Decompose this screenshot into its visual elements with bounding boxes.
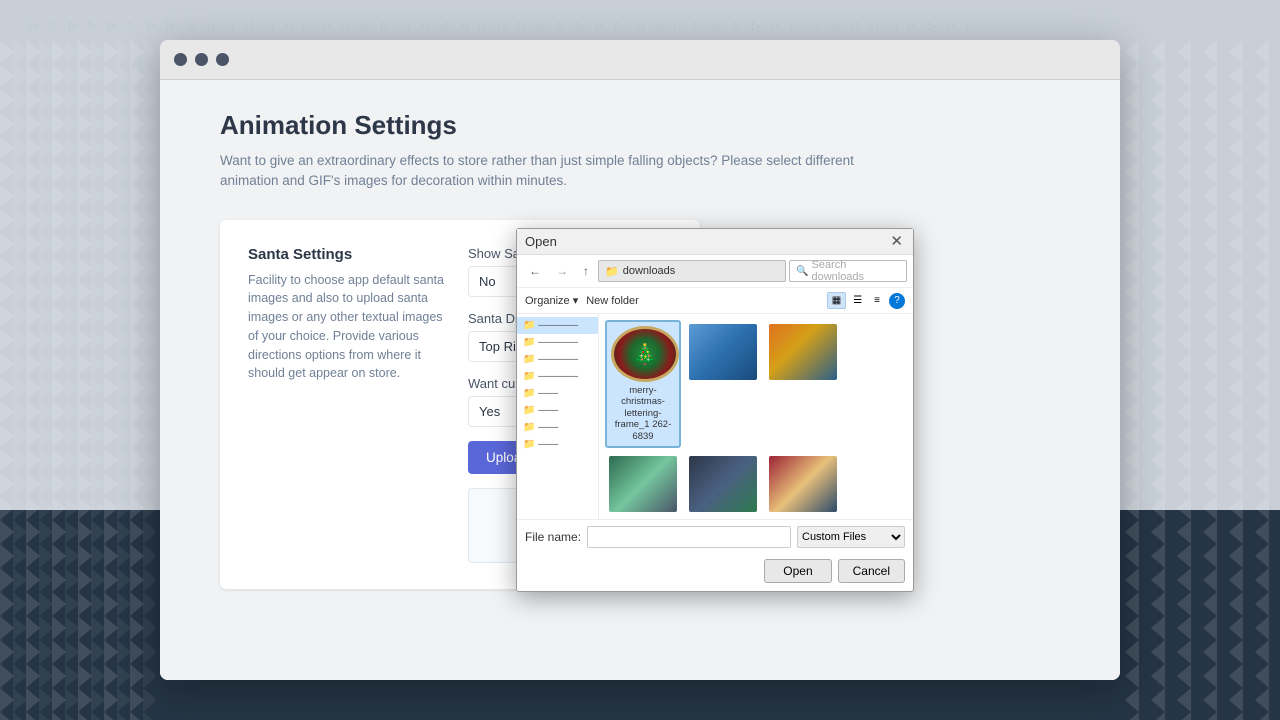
view-list-button[interactable]: ☰: [848, 292, 867, 309]
sidebar-folder-icon-4: 📁: [523, 371, 535, 382]
sidebar-item-3[interactable]: 📁 ————: [517, 351, 598, 368]
file-thumb-5: [689, 456, 757, 512]
dialog-search-bar[interactable]: 🔍 Search downloads: [789, 260, 907, 282]
view-grid-button[interactable]: ▦: [827, 292, 846, 309]
dialog-file-grid: 🎄 merry-christmas-lettering-frame_1 262-…: [599, 314, 913, 519]
file-thumb-2: [689, 324, 757, 380]
sidebar-folder-icon-6: 📁: [523, 405, 535, 416]
dialog-titlebar: Open ✕: [517, 229, 913, 255]
arrow-row: ▷ ▷ ▷ ▷ ▷ ▷ ▷ ▷ ◁ ◁ ◁ ◁ ◁ ◁ ▷ ▷ ▷ ▷ ▷ ◁ …: [30, 19, 979, 32]
dialog-secondary-toolbar: Organize ▾ New folder ▦ ☰ ≡ ?: [517, 288, 913, 314]
search-placeholder: Search downloads: [811, 259, 900, 283]
dialog-filename-row: File name: Custom Files: [517, 519, 913, 554]
right-triangle-pattern: [1125, 40, 1280, 720]
window-titlebar: [160, 40, 1120, 80]
search-icon: 🔍: [796, 266, 808, 277]
dialog-open-button[interactable]: Open: [764, 559, 831, 583]
file-item-2[interactable]: [685, 320, 761, 448]
window-dot-3: [216, 53, 229, 66]
dialog-title: Open: [525, 234, 557, 249]
file-thumb-6: [769, 456, 837, 512]
file-label-1: merry-christmas-lettering-frame_1 262-68…: [611, 385, 675, 442]
sidebar-folder-icon: 📁: [523, 320, 535, 331]
sidebar-item-8[interactable]: 📁 ——: [517, 436, 598, 453]
dialog-back-button[interactable]: ←: [523, 261, 547, 281]
file-dialog: Open ✕ ← → ↑ 📁 downloads 🔍 Search downlo…: [516, 228, 914, 592]
sidebar-item-2[interactable]: 📁 ————: [517, 334, 598, 351]
dialog-nav-toolbar: ← → ↑ 📁 downloads 🔍 Search downloads: [517, 255, 913, 288]
filetype-select[interactable]: Custom Files: [797, 526, 905, 548]
window-dot-2: [195, 53, 208, 66]
help-button[interactable]: ?: [889, 293, 905, 309]
dialog-address-bar: 📁 downloads: [598, 260, 786, 282]
file-thumb-4: [609, 456, 677, 512]
page-description: Want to give an extraordinary effects to…: [220, 151, 900, 192]
sidebar-folder-icon-3: 📁: [523, 354, 535, 365]
sidebar-folder-icon-2: 📁: [523, 337, 535, 348]
page-title: Animation Settings: [220, 110, 1090, 141]
filename-input[interactable]: [587, 526, 791, 548]
file-item-christmas[interactable]: 🎄 merry-christmas-lettering-frame_1 262-…: [605, 320, 681, 448]
address-text: downloads: [623, 265, 676, 277]
sidebar-folder-icon-5: 📁: [523, 388, 535, 399]
file-item-4[interactable]: [605, 452, 681, 519]
sidebar-item-5[interactable]: 📁 ——: [517, 385, 598, 402]
organize-button[interactable]: Organize ▾: [525, 294, 578, 307]
section-description: Facility to choose app default santa ima…: [248, 271, 448, 384]
dialog-body: 📁 ———— 📁 ———— 📁 ———— 📁 ———— 📁 —— 📁 ——: [517, 314, 913, 519]
arrow-decoration-top: ▷ ▷ ▷ ▷ ▷ ▷ ▷ ▷ ◁ ◁ ◁ ◁ ◁ ◁ ▷ ▷ ▷ ▷ ▷ ◁ …: [0, 14, 1280, 36]
sidebar-item-7[interactable]: 📁 ——: [517, 419, 598, 436]
dialog-cancel-button[interactable]: Cancel: [838, 559, 905, 583]
dialog-close-button[interactable]: ✕: [888, 234, 905, 249]
new-folder-button[interactable]: New folder: [586, 295, 639, 307]
section-info: Santa Settings Facility to choose app de…: [248, 246, 448, 563]
file-item-6[interactable]: [765, 452, 841, 519]
sidebar-item-4[interactable]: 📁 ————: [517, 368, 598, 385]
dialog-forward-button[interactable]: →: [550, 261, 574, 281]
left-triangle-pattern: [0, 40, 155, 720]
view-details-button[interactable]: ≡: [869, 292, 885, 309]
sidebar: [160, 80, 190, 680]
sidebar-item-1[interactable]: 📁 ————: [517, 317, 598, 334]
file-item-5[interactable]: [685, 452, 761, 519]
christmas-thumb: 🎄: [611, 326, 679, 382]
filename-label: File name:: [525, 530, 581, 544]
folder-icon: 📁: [605, 265, 619, 278]
window-dot-1: [174, 53, 187, 66]
dialog-actions: Open Cancel: [517, 554, 913, 591]
sidebar-folder-icon-8: 📁: [523, 439, 535, 450]
section-title: Santa Settings: [248, 246, 448, 263]
sidebar-item-6[interactable]: 📁 ——: [517, 402, 598, 419]
file-item-3[interactable]: [765, 320, 841, 448]
dialog-sidebar: 📁 ———— 📁 ———— 📁 ———— 📁 ———— 📁 —— 📁 ——: [517, 314, 599, 519]
sidebar-folder-icon-7: 📁: [523, 422, 535, 433]
file-thumb-3: [769, 324, 837, 380]
dialog-up-button[interactable]: ↑: [577, 261, 595, 281]
